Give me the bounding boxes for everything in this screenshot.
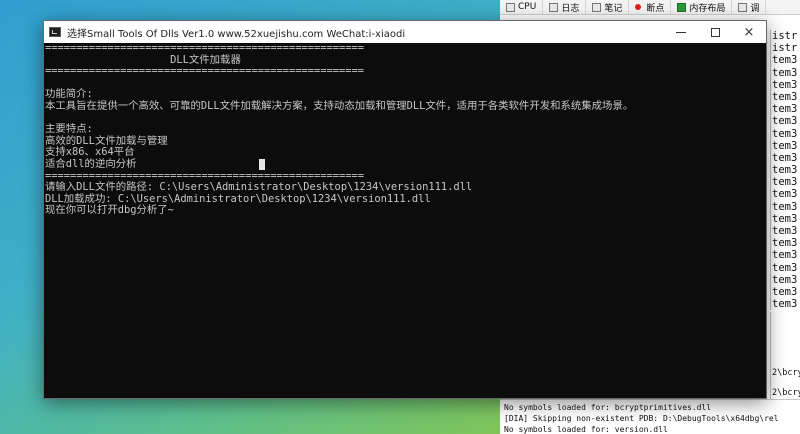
list-item[interactable]: tem3 (771, 128, 800, 140)
tab-label: 断点 (646, 3, 665, 14)
window-controls: × (664, 21, 766, 43)
list-item[interactable]: tem3 (771, 237, 800, 249)
list-item[interactable]: istr (771, 42, 800, 54)
list-item[interactable]: tem3 (771, 152, 800, 164)
list-item[interactable]: tem3 (771, 298, 800, 310)
console-line: 高效的DLL文件加载与管理 (45, 134, 168, 147)
tab-notes[interactable]: 笔记 (586, 0, 630, 15)
console-line: ========================================… (45, 43, 365, 54)
list-item[interactable]: tem3 (771, 225, 800, 237)
console-line: 支持x86、x64平台 (45, 146, 135, 159)
console-scrollbar[interactable] (757, 43, 766, 398)
title-bar[interactable]: 选择Small Tools Of Dlls Ver1.0 www.52xueji… (44, 21, 766, 43)
symbol-list: istr istr tem3 tem3 tem3 tem3 tem3 tem3 … (770, 30, 800, 310)
maximize-button[interactable] (698, 21, 732, 43)
list-item[interactable]: tem3 (771, 115, 800, 127)
text-cursor (259, 159, 265, 170)
list-item[interactable]: tem3 (771, 213, 800, 225)
tab-memory-map[interactable]: 内存布局 (671, 0, 733, 15)
list-item[interactable]: tem3 (771, 140, 800, 152)
tab-log[interactable]: 日志 (543, 0, 587, 15)
tab-label: 笔记 (604, 3, 623, 14)
console-line: 请输入DLL文件的路径: C:\Users\Administrator\Desk… (45, 181, 473, 194)
close-button[interactable]: × (732, 21, 766, 43)
side-text: 2\bcry (772, 388, 800, 398)
list-item[interactable]: tem3 (771, 188, 800, 200)
minimize-icon (676, 31, 686, 33)
tab-label: 内存布局 (689, 3, 726, 14)
list-item[interactable]: tem3 (771, 103, 800, 115)
list-item[interactable]: tem3 (771, 54, 800, 66)
debugger-log-pane: No symbols loaded for: bcryptprimitives.… (500, 399, 800, 434)
log-line: [DIA] Skipping non-existent PDB: D:\Debu… (504, 414, 779, 423)
call-stack-icon (738, 2, 748, 12)
side-text: 2\bcry (772, 368, 800, 378)
close-icon: × (743, 24, 755, 40)
notes-icon (592, 2, 602, 12)
tab-more[interactable]: 调 (732, 0, 767, 15)
log-line: No symbols loaded for: version.dll (504, 425, 668, 434)
tab-label: CPU (518, 2, 537, 12)
list-item[interactable]: tem3 (771, 201, 800, 213)
console-app-icon (49, 27, 61, 37)
list-item[interactable]: istr (771, 30, 800, 42)
tab-cpu[interactable]: CPU (500, 0, 544, 15)
console-window: 选择Small Tools Of Dlls Ver1.0 www.52xueji… (43, 20, 767, 399)
list-item[interactable]: tem3 (771, 286, 800, 298)
console-line: 现在你可以打开dbg分析了~ (45, 204, 174, 217)
list-item[interactable]: tem3 (771, 79, 800, 91)
tab-label: 日志 (561, 3, 580, 14)
tab-breakpoints[interactable]: 断点 (629, 0, 672, 15)
console-line: 适合dll的逆向分析 (45, 157, 137, 170)
console-line: 主要特点: (45, 123, 93, 136)
debugger-side-pane: 2\bcry 2\bcry (770, 312, 800, 402)
list-item[interactable]: tem3 (771, 176, 800, 188)
list-item[interactable]: tem3 (771, 262, 800, 274)
console-output[interactable]: ========================================… (44, 43, 766, 398)
list-item[interactable]: tem3 (771, 164, 800, 176)
list-item[interactable]: tem3 (771, 67, 800, 79)
console-line: ========================================… (45, 65, 365, 78)
list-item[interactable]: tem3 (771, 249, 800, 261)
log-line: No symbols loaded for: bcryptprimitives.… (504, 403, 712, 412)
tab-label: 调 (750, 3, 760, 14)
window-title: 选择Small Tools Of Dlls Ver1.0 www.52xueji… (67, 28, 406, 40)
list-item[interactable]: tem3 (771, 91, 800, 103)
debugger-tab-bar: CPU 日志 笔记 断点 内存布局 调 (500, 0, 800, 15)
console-line: 本工具旨在提供一个高效、可靠的DLL文件加载解决方案，支持动态加载和管理DLL文… (45, 99, 634, 112)
cpu-icon (506, 2, 515, 12)
list-item[interactable]: tem3 (771, 274, 800, 286)
minimize-button[interactable] (664, 21, 698, 43)
memory-icon (677, 2, 687, 12)
breakpoint-icon (635, 4, 642, 10)
maximize-icon (710, 27, 720, 37)
log-icon (549, 2, 559, 12)
